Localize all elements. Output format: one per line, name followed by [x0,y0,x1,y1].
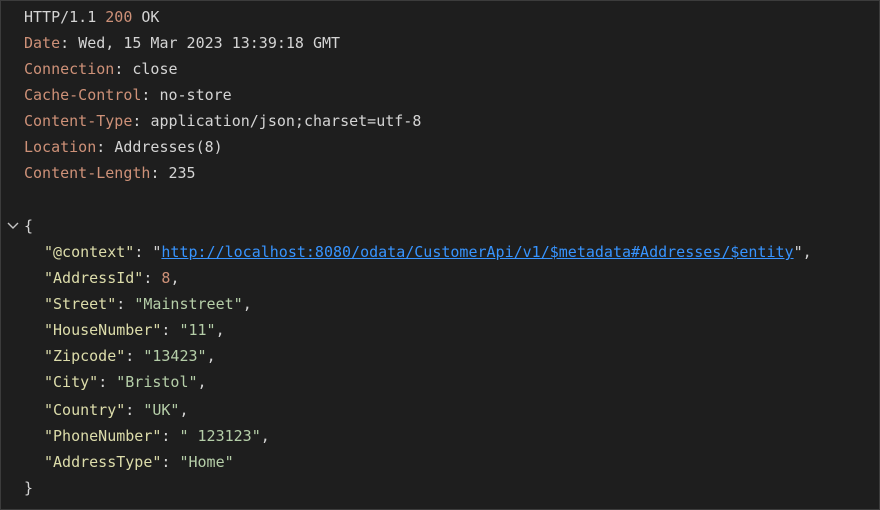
json-string: "UK" [143,401,180,419]
header-line-date: Date: Wed, 15 Mar 2023 13:39:18 GMT [24,34,341,52]
header-name: Cache-Control [24,86,142,104]
header-value: Addresses(8) [114,138,223,156]
header-line-content-length: Content-Length: 235 [24,164,196,182]
response-viewer: HTTP/1.1 200 OK Date: Wed, 15 Mar 2023 1… [0,0,880,510]
json-close-brace: } [24,479,34,497]
header-name: Connection [24,60,115,78]
header-name: Location [24,138,97,156]
json-string: "13423" [143,347,207,365]
status-line: HTTP/1.1 200 OK [24,4,159,30]
json-field-context: "@context": "http://localhost:8080/odata… [44,243,812,261]
header-name: Content-Type [24,112,133,130]
json-string: "11" [179,321,216,339]
json-field-phonenumber: "PhoneNumber": " 123123", [44,427,270,445]
json-string: "Mainstreet" [134,295,243,313]
json-key: "Zipcode" [44,347,126,365]
header-value: close [132,60,178,78]
header-value: no-store [159,86,232,104]
json-string: " 123123" [179,427,261,445]
header-name: Content-Length [24,164,151,182]
json-key: "PhoneNumber" [44,427,162,445]
json-field-country: "Country": "UK", [44,401,189,419]
json-key: "City" [44,373,99,391]
json-field-city: "City": "Bristol", [44,373,207,391]
header-line-location: Location: Addresses(8) [24,138,223,156]
json-key: "HouseNumber" [44,321,162,339]
json-key: "Street" [44,295,117,313]
json-key: "AddressType" [44,453,162,471]
header-line-content-type: Content-Type: application/json;charset=u… [24,112,422,130]
json-field-zipcode: "Zipcode": "13423", [44,347,216,365]
json-key: "Country" [44,401,126,419]
protocol: HTTP/1.1 [24,8,97,26]
json-key: "AddressId" [44,269,144,287]
status-text: OK [141,8,160,26]
header-value: application/json;charset=utf-8 [150,112,422,130]
json-open-brace: { [24,217,34,235]
json-key: "@context" [44,243,135,261]
json-field-addresstype: "AddressType": "Home" [44,453,234,471]
status-code: 200 [105,8,133,26]
json-field-housenumber: "HouseNumber": "11", [44,321,225,339]
header-line-connection: Connection: close [24,60,178,78]
context-link[interactable]: http://localhost:8080/odata/CustomerApi/… [161,243,793,261]
header-value: 235 [168,164,196,182]
chevron-down-icon[interactable] [6,217,20,235]
header-value: Wed, 15 Mar 2023 13:39:18 GMT [78,34,341,52]
json-field-addressid: "AddressId": 8, [44,269,180,287]
json-string: "Bristol" [116,373,198,391]
json-string: "Home" [179,453,234,471]
json-field-street: "Street": "Mainstreet", [44,295,252,313]
header-line-cache-control: Cache-Control: no-store [24,86,232,104]
header-name: Date [24,34,61,52]
